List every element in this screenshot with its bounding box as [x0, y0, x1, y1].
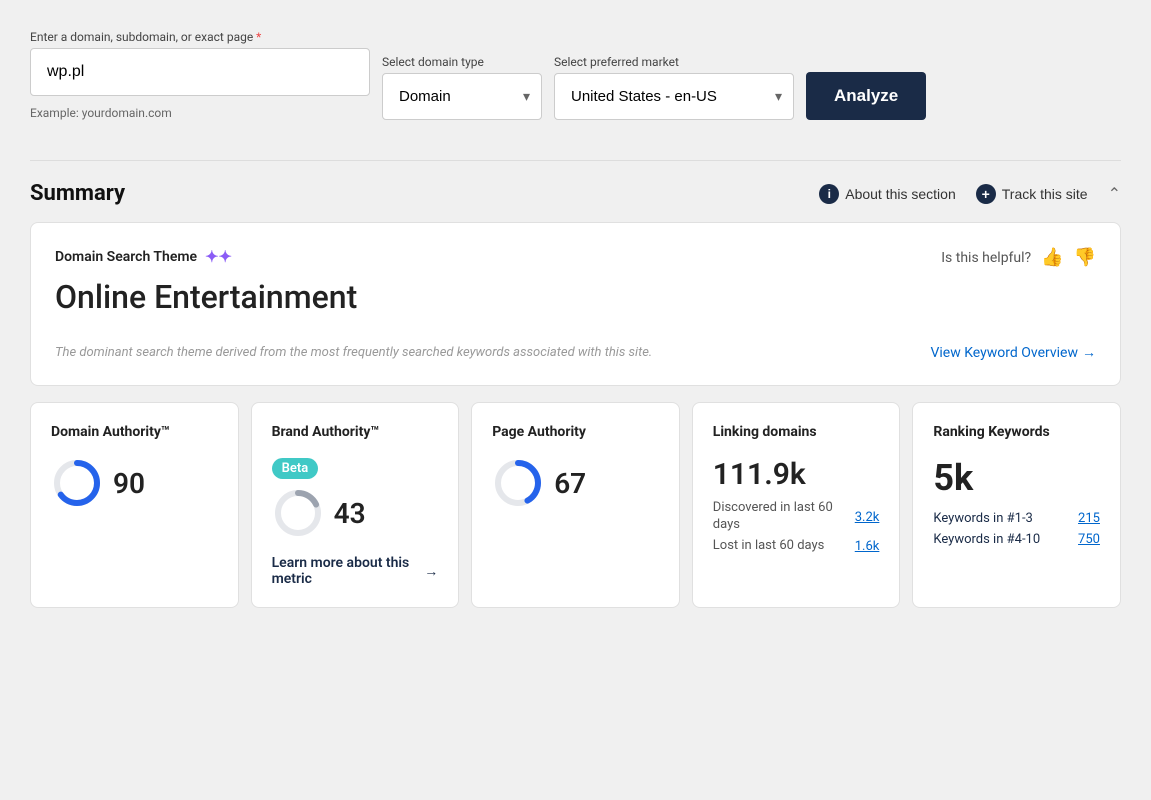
market-field-group: Select preferred market United States - …: [554, 55, 794, 120]
search-row: Enter a domain, subdomain, or exact page…: [30, 30, 1121, 120]
rk-title: Ranking Keywords: [933, 423, 1100, 441]
section-header: Summary i About this section + Track thi…: [30, 181, 1121, 206]
da-title: Domain Authority™: [51, 423, 218, 441]
ld-discovered-label: Discovered in last 60 days: [713, 500, 855, 534]
track-label: Track this site: [1002, 186, 1088, 202]
ld-lost-value[interactable]: 1.6k: [855, 539, 880, 554]
market-label: Select preferred market: [554, 55, 794, 69]
rk4-label: Keywords in #4-10: [933, 532, 1040, 549]
view-keyword-label: View Keyword Overview: [930, 345, 1078, 361]
analyze-button[interactable]: Analyze: [806, 72, 926, 120]
top-bar: Enter a domain, subdomain, or exact page…: [30, 30, 1121, 140]
theme-footer: The dominant search theme derived from t…: [55, 344, 1096, 361]
about-label: About this section: [845, 186, 956, 202]
ba-donut-chart: [272, 487, 324, 539]
domain-field-group: Enter a domain, subdomain, or exact page…: [30, 30, 370, 120]
linking-domains-card: Linking domains 111.9k Discovered in las…: [692, 402, 901, 608]
beta-label: Beta: [272, 458, 319, 479]
domain-example: Example: yourdomain.com: [30, 106, 370, 120]
rk1-row: Keywords in #1-3 215: [933, 511, 1100, 528]
ld-title: Linking domains: [713, 423, 880, 441]
arrow-icon: →: [1082, 344, 1096, 361]
divider: [30, 160, 1121, 161]
domain-type-select[interactable]: Domain Subdomain Exact page: [382, 73, 542, 120]
learn-more-link[interactable]: Learn more about this metric →: [272, 555, 439, 587]
helpful-label: Is this helpful?: [941, 250, 1031, 266]
ld-lost-row: Lost in last 60 days 1.6k: [713, 538, 880, 555]
thumbs-down-button[interactable]: 👎: [1074, 247, 1096, 268]
view-keyword-overview-link[interactable]: View Keyword Overview →: [930, 344, 1096, 361]
section-actions: i About this section + Track this site ⌃: [819, 184, 1121, 204]
ld-value: 111.9k: [713, 457, 880, 492]
pa-donut-chart: [492, 457, 544, 509]
pa-value-row: 67: [492, 457, 659, 509]
section-title: Summary: [30, 181, 125, 206]
ld-lost-label: Lost in last 60 days: [713, 538, 825, 555]
domain-label: Enter a domain, subdomain, or exact page…: [30, 30, 370, 44]
ba-value-row: 43: [272, 487, 439, 539]
domain-type-label: Select domain type: [382, 55, 542, 69]
learn-more-text: Learn more about this metric: [272, 555, 419, 587]
ba-value: 43: [334, 497, 366, 530]
plus-icon: +: [976, 184, 996, 204]
thumbs-up-button[interactable]: 👍: [1041, 247, 1063, 268]
rk-value: 5k: [933, 457, 1100, 499]
ld-discovered-row: Discovered in last 60 days 3.2k: [713, 500, 880, 534]
sparkle-icon: ✦✦: [205, 247, 232, 266]
track-site-button[interactable]: + Track this site: [976, 184, 1088, 204]
market-select[interactable]: United States - en-US United Kingdom - e…: [554, 73, 794, 120]
rk4-row: Keywords in #4-10 750: [933, 532, 1100, 549]
domain-type-field-group: Select domain type Domain Subdomain Exac…: [382, 55, 542, 120]
metrics-row: Domain Authority™ 90 Brand Authority™ Be…: [30, 402, 1121, 608]
domain-type-wrapper: Domain Subdomain Exact page: [382, 73, 542, 120]
learn-more-arrow: →: [424, 563, 438, 580]
rk4-value[interactable]: 750: [1078, 532, 1100, 549]
ba-beta-badge: Beta: [272, 457, 439, 487]
pa-value: 67: [554, 467, 586, 500]
domain-label-text: Enter a domain, subdomain, or exact page: [30, 30, 253, 44]
rk1-label: Keywords in #1-3: [933, 511, 1032, 528]
theme-left: Domain Search Theme ✦✦ Online Entertainm…: [55, 247, 357, 332]
brand-authority-card: Brand Authority™ Beta 43 Learn more abou…: [251, 402, 460, 608]
domain-input[interactable]: [30, 48, 370, 96]
about-section-button[interactable]: i About this section: [819, 184, 956, 204]
domain-authority-card: Domain Authority™ 90: [30, 402, 239, 608]
da-donut-chart: [51, 457, 103, 509]
required-star: *: [253, 30, 261, 44]
collapse-button[interactable]: ⌃: [1108, 184, 1121, 204]
domain-theme-card: Domain Search Theme ✦✦ Online Entertainm…: [30, 222, 1121, 386]
pa-title: Page Authority: [492, 423, 659, 441]
page-authority-card: Page Authority 67: [471, 402, 680, 608]
theme-subtitle: The dominant search theme derived from t…: [55, 345, 652, 360]
info-icon: i: [819, 184, 839, 204]
ba-title: Brand Authority™: [272, 423, 439, 441]
da-value: 90: [113, 467, 145, 500]
market-wrapper: United States - en-US United Kingdom - e…: [554, 73, 794, 120]
da-value-row: 90: [51, 457, 218, 509]
theme-label-row: Domain Search Theme ✦✦: [55, 247, 357, 266]
theme-label-text: Domain Search Theme: [55, 249, 197, 265]
helpful-section: Is this helpful? 👍 👎: [941, 247, 1096, 268]
rk1-value[interactable]: 215: [1078, 511, 1100, 528]
theme-title: Online Entertainment: [55, 278, 357, 316]
ranking-keywords-card: Ranking Keywords 5k Keywords in #1-3 215…: [912, 402, 1121, 608]
ld-discovered-value[interactable]: 3.2k: [855, 510, 880, 525]
